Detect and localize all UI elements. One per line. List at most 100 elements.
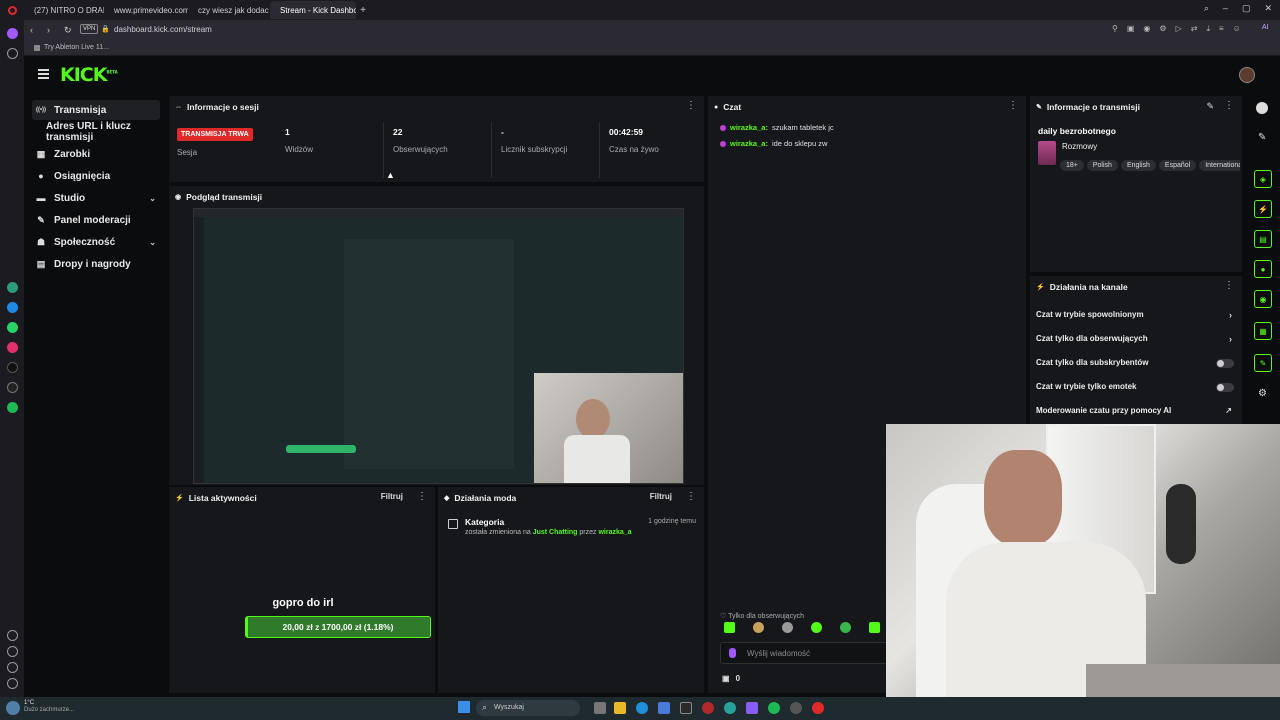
- sidebar-item-stream-key[interactable]: Adres URL i klucz transmisji: [42, 121, 170, 143]
- more-icon[interactable]: [7, 678, 18, 689]
- more-options-icon[interactable]: ⋮: [686, 492, 696, 502]
- emote-icon[interactable]: [869, 622, 880, 633]
- obs-icon[interactable]: [790, 702, 802, 714]
- bookmark-item[interactable]: Try Ableton Live 11...: [44, 44, 109, 51]
- activity-filter-button[interactable]: Filtruj: [381, 492, 403, 501]
- opera-icon[interactable]: [702, 702, 714, 714]
- play-icon[interactable]: ▷: [1176, 24, 1182, 34]
- new-tab-icon[interactable]: +: [356, 5, 370, 16]
- download-icon[interactable]: ⤓: [1206, 24, 1210, 34]
- extension-icon[interactable]: ▣: [1127, 24, 1135, 34]
- start-icon[interactable]: [458, 701, 470, 713]
- sidebar-item-transmisja[interactable]: ((•)) Transmisja: [32, 100, 160, 120]
- maximize-icon[interactable]: ▢: [1242, 3, 1251, 14]
- star-icon[interactable]: [7, 48, 18, 59]
- messenger-icon[interactable]: [7, 302, 18, 313]
- history-icon[interactable]: [7, 646, 18, 657]
- home-icon[interactable]: [7, 28, 18, 39]
- external-link-icon: ↗: [1225, 406, 1232, 415]
- emote-only-toggle[interactable]: [1216, 383, 1234, 392]
- edit-icon[interactable]: ✎: [1258, 132, 1266, 143]
- app-icon[interactable]: [680, 702, 692, 714]
- ai-moderation-row[interactable]: Moderowanie czatu przy pomocy AI ↗: [1036, 406, 1234, 418]
- file-explorer-icon[interactable]: [614, 702, 626, 714]
- settings-icon[interactable]: ⚙: [1258, 388, 1267, 399]
- stream-video[interactable]: [193, 208, 684, 484]
- emote-icon[interactable]: [840, 622, 851, 633]
- more-options-icon[interactable]: ⋮: [1224, 101, 1234, 111]
- discord-icon[interactable]: [746, 702, 758, 714]
- slow-mode-row[interactable]: Czat w trybie spowolnionym ›: [1036, 310, 1234, 322]
- more-options-icon[interactable]: ⋮: [1224, 281, 1234, 291]
- edit-icon[interactable]: ✎: [1206, 101, 1214, 112]
- heart-icon[interactable]: [7, 630, 18, 641]
- goal-text: 20,00 zł z 1700,00 zł (1.18%): [282, 622, 394, 632]
- edge-icon[interactable]: [636, 702, 648, 714]
- more-options-icon[interactable]: ⋮: [686, 101, 696, 111]
- lightning-icon[interactable]: ⚡: [1254, 200, 1272, 218]
- x-icon[interactable]: [7, 382, 18, 393]
- settings-icon[interactable]: [7, 662, 18, 673]
- emote-icon[interactable]: [811, 622, 822, 633]
- stream-icon[interactable]: ◉: [1254, 290, 1272, 308]
- extension-icon[interactable]: ⚙: [1159, 24, 1166, 34]
- profile-icon[interactable]: ☺: [1233, 24, 1241, 34]
- sidebar-item-zarobki[interactable]: ▦ Zarobki: [32, 144, 160, 164]
- chat-icon[interactable]: ●: [1254, 260, 1272, 278]
- weather-icon[interactable]: [6, 701, 20, 715]
- document-icon[interactable]: ▤: [1254, 230, 1272, 248]
- sidebar-item-spolecznosc[interactable]: ☗ Społeczność ⌄: [32, 232, 160, 252]
- taskbar-search[interactable]: ⌕ Wyszukaj: [476, 700, 580, 716]
- close-window-icon[interactable]: ✕: [1264, 3, 1272, 14]
- forward-icon[interactable]: ›: [47, 25, 50, 36]
- menu-icon[interactable]: ≡: [1219, 24, 1224, 34]
- whatsapp-icon[interactable]: [7, 322, 18, 333]
- emote-icon[interactable]: [782, 622, 793, 633]
- emote-icon[interactable]: [724, 622, 735, 633]
- more-options-icon[interactable]: ⋮: [1008, 101, 1018, 111]
- app-icon[interactable]: [724, 702, 736, 714]
- spotify-icon[interactable]: [768, 702, 780, 714]
- ai-button[interactable]: AI: [1262, 24, 1269, 31]
- browser-tab[interactable]: (27) NITRO O DRAMIE KA: [24, 1, 104, 19]
- vpn-badge[interactable]: VPN: [80, 24, 99, 34]
- sidebar-item-osiagniecia[interactable]: ● Osiągnięcia: [32, 166, 160, 186]
- user-avatar[interactable]: [1239, 67, 1255, 83]
- opera-logo-icon[interactable]: [0, 5, 24, 15]
- preview-icon[interactable]: ▦: [1254, 322, 1272, 340]
- subscribers-only-toggle[interactable]: [1216, 359, 1234, 368]
- sidebar-item-studio[interactable]: ▬ Studio ⌄: [32, 188, 160, 208]
- search-tabs-icon[interactable]: ⌕: [1204, 3, 1209, 14]
- extension-icon[interactable]: ⚲: [1112, 24, 1118, 34]
- browser-tab[interactable]: czy wiesz jak dodac link z: [188, 1, 270, 19]
- instagram-icon[interactable]: [7, 342, 18, 353]
- kick-logo[interactable]: KICKBETA: [60, 64, 118, 86]
- sidebar-item-dropy[interactable]: ▤ Dropy i nagrody: [32, 254, 160, 274]
- weather-widget[interactable]: 1°C Dużo zachmurze...: [24, 700, 74, 714]
- info-icon[interactable]: [1256, 102, 1268, 114]
- hamburger-menu-icon[interactable]: [38, 69, 49, 79]
- tool-icon[interactable]: ◈: [1254, 170, 1272, 188]
- opera-gx-icon[interactable]: [812, 702, 824, 714]
- camera-icon[interactable]: ◉: [1143, 24, 1150, 34]
- tiktok-icon[interactable]: [7, 362, 18, 373]
- stream-preview-panel: ◉ Podgląd transmisji: [168, 185, 705, 486]
- url-field[interactable]: dashboard.kick.com/stream: [114, 25, 212, 34]
- store-icon[interactable]: [658, 702, 670, 714]
- task-view-icon[interactable]: [594, 702, 606, 714]
- browser-tab[interactable]: www.primevideo.com: [104, 1, 188, 19]
- spotify-icon[interactable]: [7, 402, 18, 413]
- wrench-icon[interactable]: ✎: [1254, 354, 1272, 372]
- reload-icon[interactable]: ↻: [64, 25, 72, 36]
- emote-icon[interactable]: [753, 622, 764, 633]
- more-options-icon[interactable]: ⋮: [417, 492, 427, 502]
- chatgpt-icon[interactable]: [7, 282, 18, 293]
- uptime-label: Czas na żywo: [609, 145, 659, 154]
- followers-only-row[interactable]: Czat tylko dla obserwujących ›: [1036, 334, 1234, 346]
- minimize-icon[interactable]: –: [1223, 3, 1228, 14]
- browser-tab-active[interactable]: Stream - Kick Dashboard: [270, 1, 356, 19]
- back-icon[interactable]: ‹: [30, 25, 33, 36]
- extension-icon[interactable]: ⇄: [1191, 24, 1198, 34]
- mod-filter-button[interactable]: Filtruj: [650, 492, 672, 501]
- sidebar-item-panel-moderacji[interactable]: ✎ Panel moderacji: [32, 210, 160, 230]
